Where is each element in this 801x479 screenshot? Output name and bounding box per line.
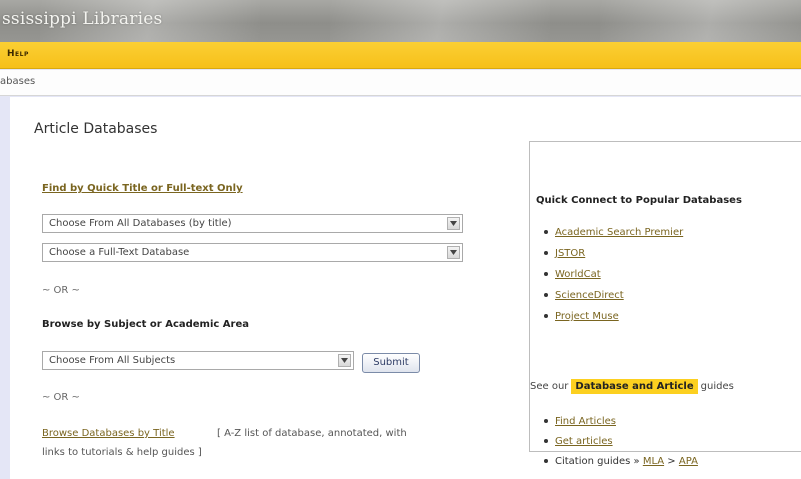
fulltext-database-select[interactable]: Choose a Full-Text Database <box>42 243 463 262</box>
main-content: Article Databases Find by Quick Title or… <box>10 97 801 479</box>
bullet-icon <box>544 439 548 443</box>
quick-connect-link[interactable]: WorldCat <box>555 269 601 280</box>
database-article-guides-link[interactable]: Database and Article <box>571 379 698 394</box>
find-articles-link[interactable]: Find Articles <box>555 416 616 427</box>
page-title: Article Databases <box>34 121 158 137</box>
citation-guides-item: Citation guides » MLA > APA <box>544 456 698 467</box>
get-articles-link[interactable]: Get articles <box>555 436 613 447</box>
all-databases-select[interactable]: Choose From All Databases (by title) <box>42 214 463 233</box>
chevron-down-icon <box>447 217 460 230</box>
citation-guides-label: Citation guides » <box>555 456 640 467</box>
apa-link[interactable]: APA <box>679 456 698 467</box>
banner-title[interactable]: ssissippi Libraries <box>2 9 162 29</box>
quick-connect-item: JSTOR <box>544 248 585 259</box>
guide-item: Find Articles <box>544 416 616 427</box>
quick-connect-title: Quick Connect to Popular Databases <box>536 195 742 206</box>
bullet-icon <box>544 251 548 255</box>
quick-connect-link[interactable]: JSTOR <box>555 248 585 259</box>
bullet-icon <box>544 293 548 297</box>
banner-decoration <box>600 0 801 42</box>
chevron-down-icon <box>338 354 351 367</box>
citation-separator: > <box>667 456 676 467</box>
browse-by-title-link[interactable]: Browse Databases by Title <box>42 428 175 439</box>
quick-connect-link[interactable]: Academic Search Premier <box>555 227 683 238</box>
bullet-icon <box>544 419 548 423</box>
quick-connect-item: Academic Search Premier <box>544 227 683 238</box>
browse-subject-title: Browse by Subject or Academic Area <box>42 319 250 330</box>
quick-connect-link[interactable]: ScienceDirect <box>555 290 624 301</box>
guide-item: Get articles <box>544 436 613 447</box>
bullet-icon <box>544 230 548 234</box>
banner: ssissippi Libraries <box>0 0 801 42</box>
breadcrumb: abases <box>0 70 801 96</box>
chevron-down-icon <box>447 246 460 259</box>
guides-suffix: guides <box>700 381 734 392</box>
all-databases-select-value: Choose From All Databases (by title) <box>49 218 232 229</box>
banner-decoration <box>330 0 550 42</box>
nav-help-link[interactable]: Help <box>7 49 29 59</box>
bullet-icon <box>544 314 548 318</box>
or-divider: ~ OR ~ <box>42 285 80 296</box>
guides-sentence: See our Database and Article guides <box>530 379 734 394</box>
browse-by-title-description: [ A-Z list of database, annotated, with <box>217 428 407 439</box>
quick-connect-item: Project Muse <box>544 311 619 322</box>
quick-find-link[interactable]: Find by Quick Title or Full-text Only <box>42 183 243 194</box>
fulltext-database-select-value: Choose a Full-Text Database <box>49 247 190 258</box>
submit-button[interactable]: Submit <box>362 353 420 373</box>
quick-connect-link[interactable]: Project Muse <box>555 311 619 322</box>
bullet-icon <box>544 459 548 463</box>
quick-connect-item: WorldCat <box>544 269 601 280</box>
page: ssissippi Libraries Help abases Article … <box>0 0 801 479</box>
quick-connect-item: ScienceDirect <box>544 290 624 301</box>
subjects-select[interactable]: Choose From All Subjects <box>42 351 354 370</box>
or-divider: ~ OR ~ <box>42 392 80 403</box>
guides-prefix: See our <box>530 381 569 392</box>
bullet-icon <box>544 272 548 276</box>
browse-by-title-description-cont: links to tutorials & help guides ] <box>42 447 202 458</box>
nav-bar: Help <box>0 42 801 69</box>
mla-link[interactable]: MLA <box>643 456 664 467</box>
quick-connect-panel: Quick Connect to Popular Databases Acade… <box>529 141 801 467</box>
subjects-select-value: Choose From All Subjects <box>49 355 176 366</box>
breadcrumb-current: abases <box>0 76 36 87</box>
